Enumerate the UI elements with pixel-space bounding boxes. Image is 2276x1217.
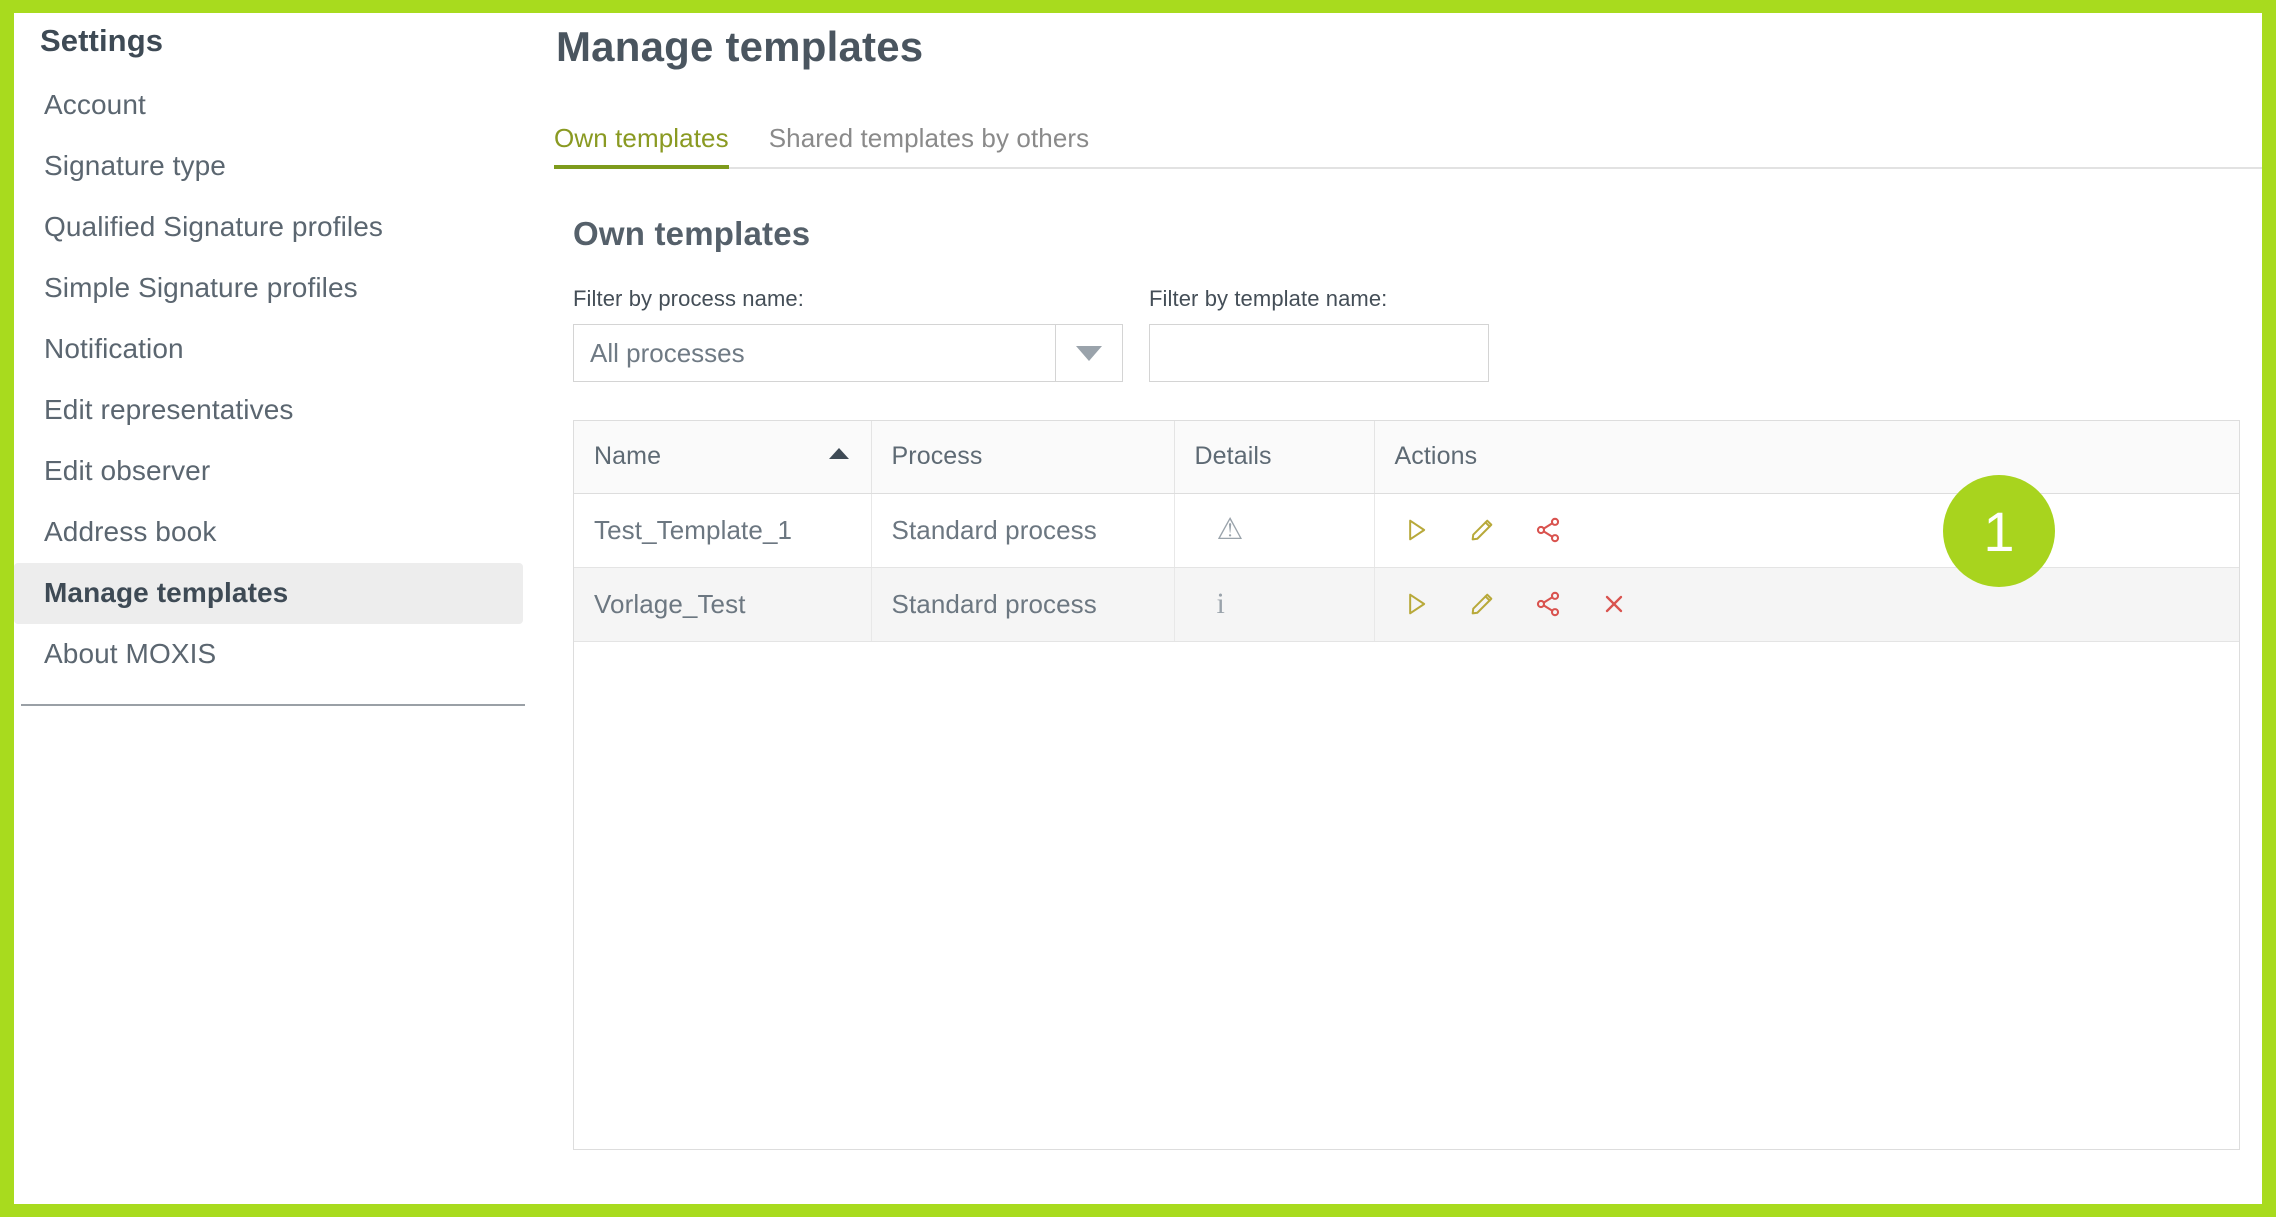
sidebar-item-edit-observer[interactable]: Edit observer	[14, 441, 535, 502]
process-select-toggle[interactable]	[1055, 324, 1123, 382]
cell-process: Standard process	[871, 493, 1174, 567]
filter-bar: Filter by process name: All processes Fi…	[573, 286, 2262, 382]
filter-process-label: Filter by process name:	[573, 286, 1123, 312]
cell-actions	[1374, 493, 2239, 567]
tab-own-templates[interactable]: Own templates	[554, 123, 729, 167]
sidebar-item-qualified-signature-profiles[interactable]: Qualified Signature profiles	[14, 197, 535, 258]
cell-process: Standard process	[871, 567, 1174, 641]
filter-process-group: Filter by process name: All processes	[573, 286, 1123, 382]
cell-actions	[1374, 567, 2239, 641]
tab-shared-templates-by-others[interactable]: Shared templates by others	[769, 123, 1090, 167]
page-title: Manage templates	[554, 13, 2262, 71]
edit-icon[interactable]	[1465, 587, 1499, 621]
process-select[interactable]: All processes	[573, 324, 1123, 382]
cell-details: ⚠	[1174, 493, 1374, 567]
cell-name: Test_Template_1	[574, 493, 871, 567]
sidebar-title: Settings	[14, 19, 535, 75]
app-page: Settings Account Signature type Qualifie…	[14, 13, 2262, 1204]
warning-icon[interactable]: ⚠	[1217, 513, 1244, 546]
process-select-value[interactable]: All processes	[573, 324, 1055, 382]
sidebar-item-notification[interactable]: Notification	[14, 319, 535, 380]
sidebar-item-simple-signature-profiles[interactable]: Simple Signature profiles	[14, 258, 535, 319]
start-icon[interactable]	[1399, 513, 1433, 547]
sidebar-nav-list: Account Signature type Qualified Signatu…	[14, 75, 535, 685]
sidebar-item-edit-representatives[interactable]: Edit representatives	[14, 380, 535, 441]
row-actions	[1399, 513, 2240, 547]
column-header-process[interactable]: Process	[871, 421, 1174, 493]
settings-sidebar: Settings Account Signature type Qualifie…	[14, 13, 535, 1204]
sidebar-item-signature-type[interactable]: Signature type	[14, 136, 535, 197]
cell-name: Vorlage_Test	[574, 567, 871, 641]
info-icon[interactable]: i	[1217, 587, 1225, 620]
chevron-down-icon	[1076, 346, 1102, 361]
filter-template-group: Filter by template name:	[1149, 286, 1489, 382]
start-icon[interactable]	[1399, 587, 1433, 621]
column-header-actions[interactable]: Actions	[1374, 421, 2239, 493]
sidebar-item-address-book[interactable]: Address book	[14, 502, 535, 563]
filter-template-label: Filter by template name:	[1149, 286, 1489, 312]
main-content: Manage templates Own templates Shared te…	[535, 13, 2262, 1204]
sidebar-item-about-moxis[interactable]: About MOXIS	[14, 624, 535, 685]
tab-bar: Own templates Shared templates by others	[554, 113, 2262, 169]
sidebar-item-manage-templates[interactable]: Manage templates	[14, 563, 523, 624]
share-icon[interactable]	[1531, 513, 1565, 547]
edit-icon[interactable]	[1465, 513, 1499, 547]
column-header-name-label: Name	[594, 442, 661, 470]
cell-details: i	[1174, 567, 1374, 641]
delete-icon[interactable]	[1597, 587, 1631, 621]
sidebar-item-account[interactable]: Account	[14, 75, 535, 136]
column-header-details[interactable]: Details	[1174, 421, 1374, 493]
lime-page-frame: Settings Account Signature type Qualifie…	[0, 0, 2276, 1217]
sort-ascending-icon	[829, 448, 849, 459]
sidebar-divider	[21, 704, 525, 706]
template-name-input[interactable]	[1149, 324, 1489, 382]
row-actions	[1399, 587, 2240, 621]
section-heading: Own templates	[573, 215, 2262, 253]
share-icon[interactable]	[1531, 587, 1565, 621]
column-header-name[interactable]: Name	[574, 421, 871, 493]
annotation-badge-1: 1	[1943, 475, 2055, 587]
